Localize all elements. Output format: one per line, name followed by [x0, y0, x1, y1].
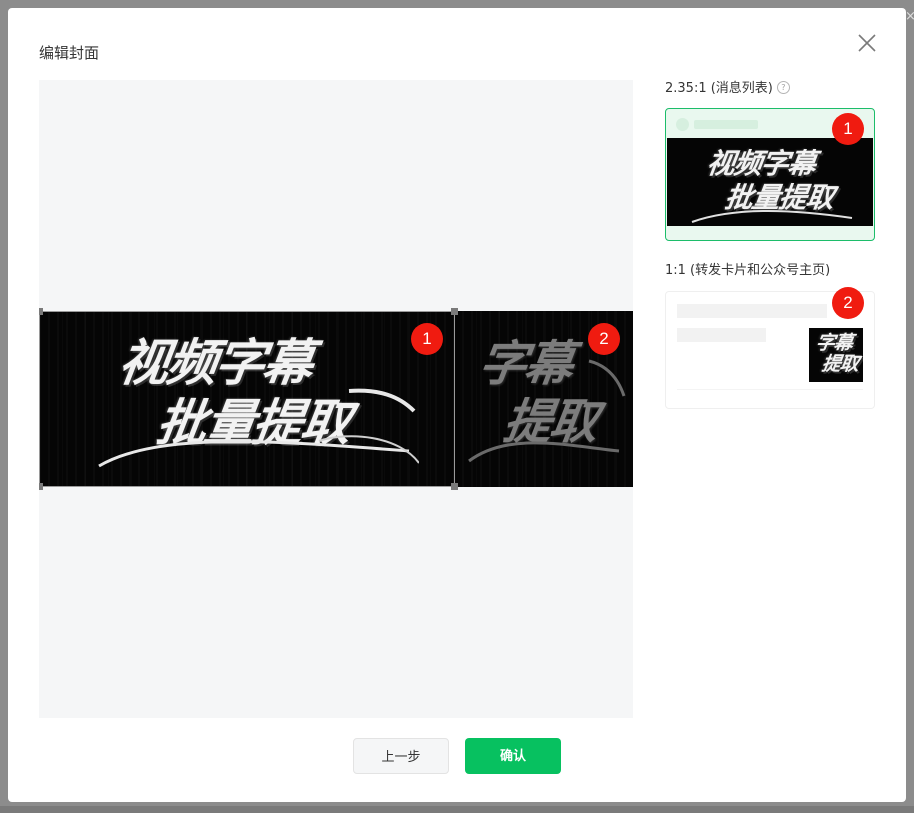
crop-handle-bottom-left[interactable] — [39, 483, 43, 490]
help-icon[interactable]: ? — [776, 81, 790, 94]
preview-card-label: 1:1 (转发卡片和公众号主页) — [665, 263, 831, 278]
preview-share-card[interactable]: 字幕 提取 2 — [665, 287, 875, 409]
thumb-line2: 提取 — [820, 353, 860, 375]
close-icon[interactable] — [856, 32, 878, 54]
preview-card-badge: 2 — [832, 287, 864, 319]
preview-message-list[interactable]: 视频字幕 批量提取 1 — [665, 108, 875, 241]
avatar-placeholder — [676, 118, 689, 131]
crop-selection[interactable] — [39, 311, 455, 487]
preview-list-line1: 视频字幕 — [704, 147, 818, 180]
title-placeholder-1 — [677, 304, 827, 318]
preview-list-image: 视频字幕 批量提取 — [667, 138, 873, 226]
thumb-line1: 字幕 — [814, 332, 854, 354]
backdrop — [0, 806, 914, 813]
crop-handle-bottom-right[interactable] — [451, 483, 458, 490]
backdrop-close-icon: × — [905, 9, 914, 24]
confirm-button[interactable]: 确认 — [465, 738, 561, 774]
title-placeholder-2 — [677, 328, 766, 342]
cover-editor-canvas[interactable]: 视频字幕 批量提取 字幕 提取 1 2 — [39, 80, 633, 718]
previous-step-button[interactable]: 上一步 — [353, 738, 449, 774]
name-placeholder — [694, 120, 758, 129]
preview-list-label-text: 2.35:1 (消息列表) — [665, 81, 773, 96]
preview-card-thumbnail: 字幕 提取 — [809, 328, 863, 382]
preview-list-label: 2.35:1 (消息列表)? — [665, 80, 790, 98]
dialog-title: 编辑封面 — [39, 44, 100, 62]
card-divider — [677, 389, 863, 390]
preview-list-badge: 1 — [832, 113, 864, 145]
crop-handle-top-right[interactable] — [451, 308, 458, 315]
edit-cover-dialog: 编辑封面 视频字幕 批量提取 字幕 提取 1 2 2.35:1 (消息列表) ?… — [8, 8, 906, 802]
crop-handle-top-left[interactable] — [39, 308, 43, 315]
cover-2-badge: 2 — [588, 323, 620, 355]
